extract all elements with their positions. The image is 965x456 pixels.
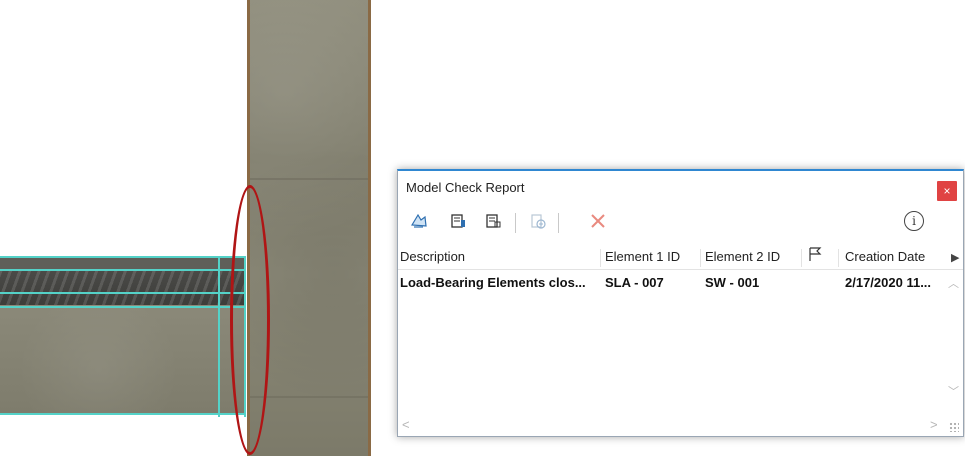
selection-outline [0,306,246,308]
column-divider[interactable] [600,249,601,267]
select-elements-button[interactable] [407,209,431,233]
dialog-toolbar: i [398,207,963,237]
slab-insulation-layer [0,269,246,305]
select-elements-icon [410,213,427,228]
row-creation-date: 2/17/2020 11... [845,275,932,290]
delete-icon [591,214,605,228]
toolbar-separator [558,213,559,233]
scroll-down-icon[interactable]: ﹀ [948,383,959,399]
info-button[interactable]: i [904,211,924,231]
scroll-columns-right-icon[interactable]: ▶ [951,251,959,264]
dialog-titlebar[interactable]: Model Check Report × [398,171,963,205]
selection-outline [0,292,246,294]
table-row[interactable]: Load-Bearing Elements clos... SLA - 007 … [398,271,946,295]
scroll-up-icon[interactable]: ︿ [948,275,959,291]
selection-outline [0,256,246,258]
show-element-1-button[interactable] [446,209,470,233]
row-element-1-id: SLA - 007 [605,275,664,290]
column-header-creation-date[interactable]: Creation Date [845,249,925,264]
wall-joint-line [250,396,368,398]
resize-grip[interactable] [949,422,959,432]
column-divider[interactable] [801,249,802,267]
slab-element[interactable] [0,256,246,417]
selection-outline [0,413,246,415]
dialog-title: Model Check Report [406,180,525,195]
row-element-2-id: SW - 001 [705,275,760,290]
vertical-scrollbar[interactable]: ︿ ﹀ [945,269,961,405]
wall-joint-line [250,178,368,180]
horizontal-scrollbar[interactable]: < > [398,416,946,434]
column-header-element-2-id[interactable]: Element 2 ID [705,249,780,264]
flag-icon [809,247,822,261]
show-element-2-button[interactable] [481,209,505,233]
column-divider[interactable] [838,249,839,267]
scroll-left-icon[interactable]: < [402,417,410,432]
element-2-icon [486,214,501,228]
column-divider[interactable] [700,249,701,267]
scroll-right-icon[interactable]: > [930,417,938,432]
column-header-element-1-id[interactable]: Element 1 ID [605,249,680,264]
delete-button[interactable] [586,209,610,233]
slab-concrete-layer [0,305,246,413]
element-1-icon [451,214,465,228]
selection-outline [0,269,246,271]
model-check-report-dialog: Model Check Report × i Description Eleme… [397,169,964,437]
column-header-description[interactable]: Description [400,249,465,264]
add-to-issue-button[interactable] [526,209,550,233]
report-table-header: Description Element 1 ID Element 2 ID Cr… [398,245,963,270]
close-button[interactable]: × [937,181,957,201]
clash-highlight-ellipse [230,185,270,455]
column-header-flag[interactable] [808,246,822,265]
row-description: Load-Bearing Elements clos... [400,275,586,290]
add-to-issue-icon [531,214,546,229]
selection-outline [218,256,220,417]
toolbar-separator [515,213,516,233]
